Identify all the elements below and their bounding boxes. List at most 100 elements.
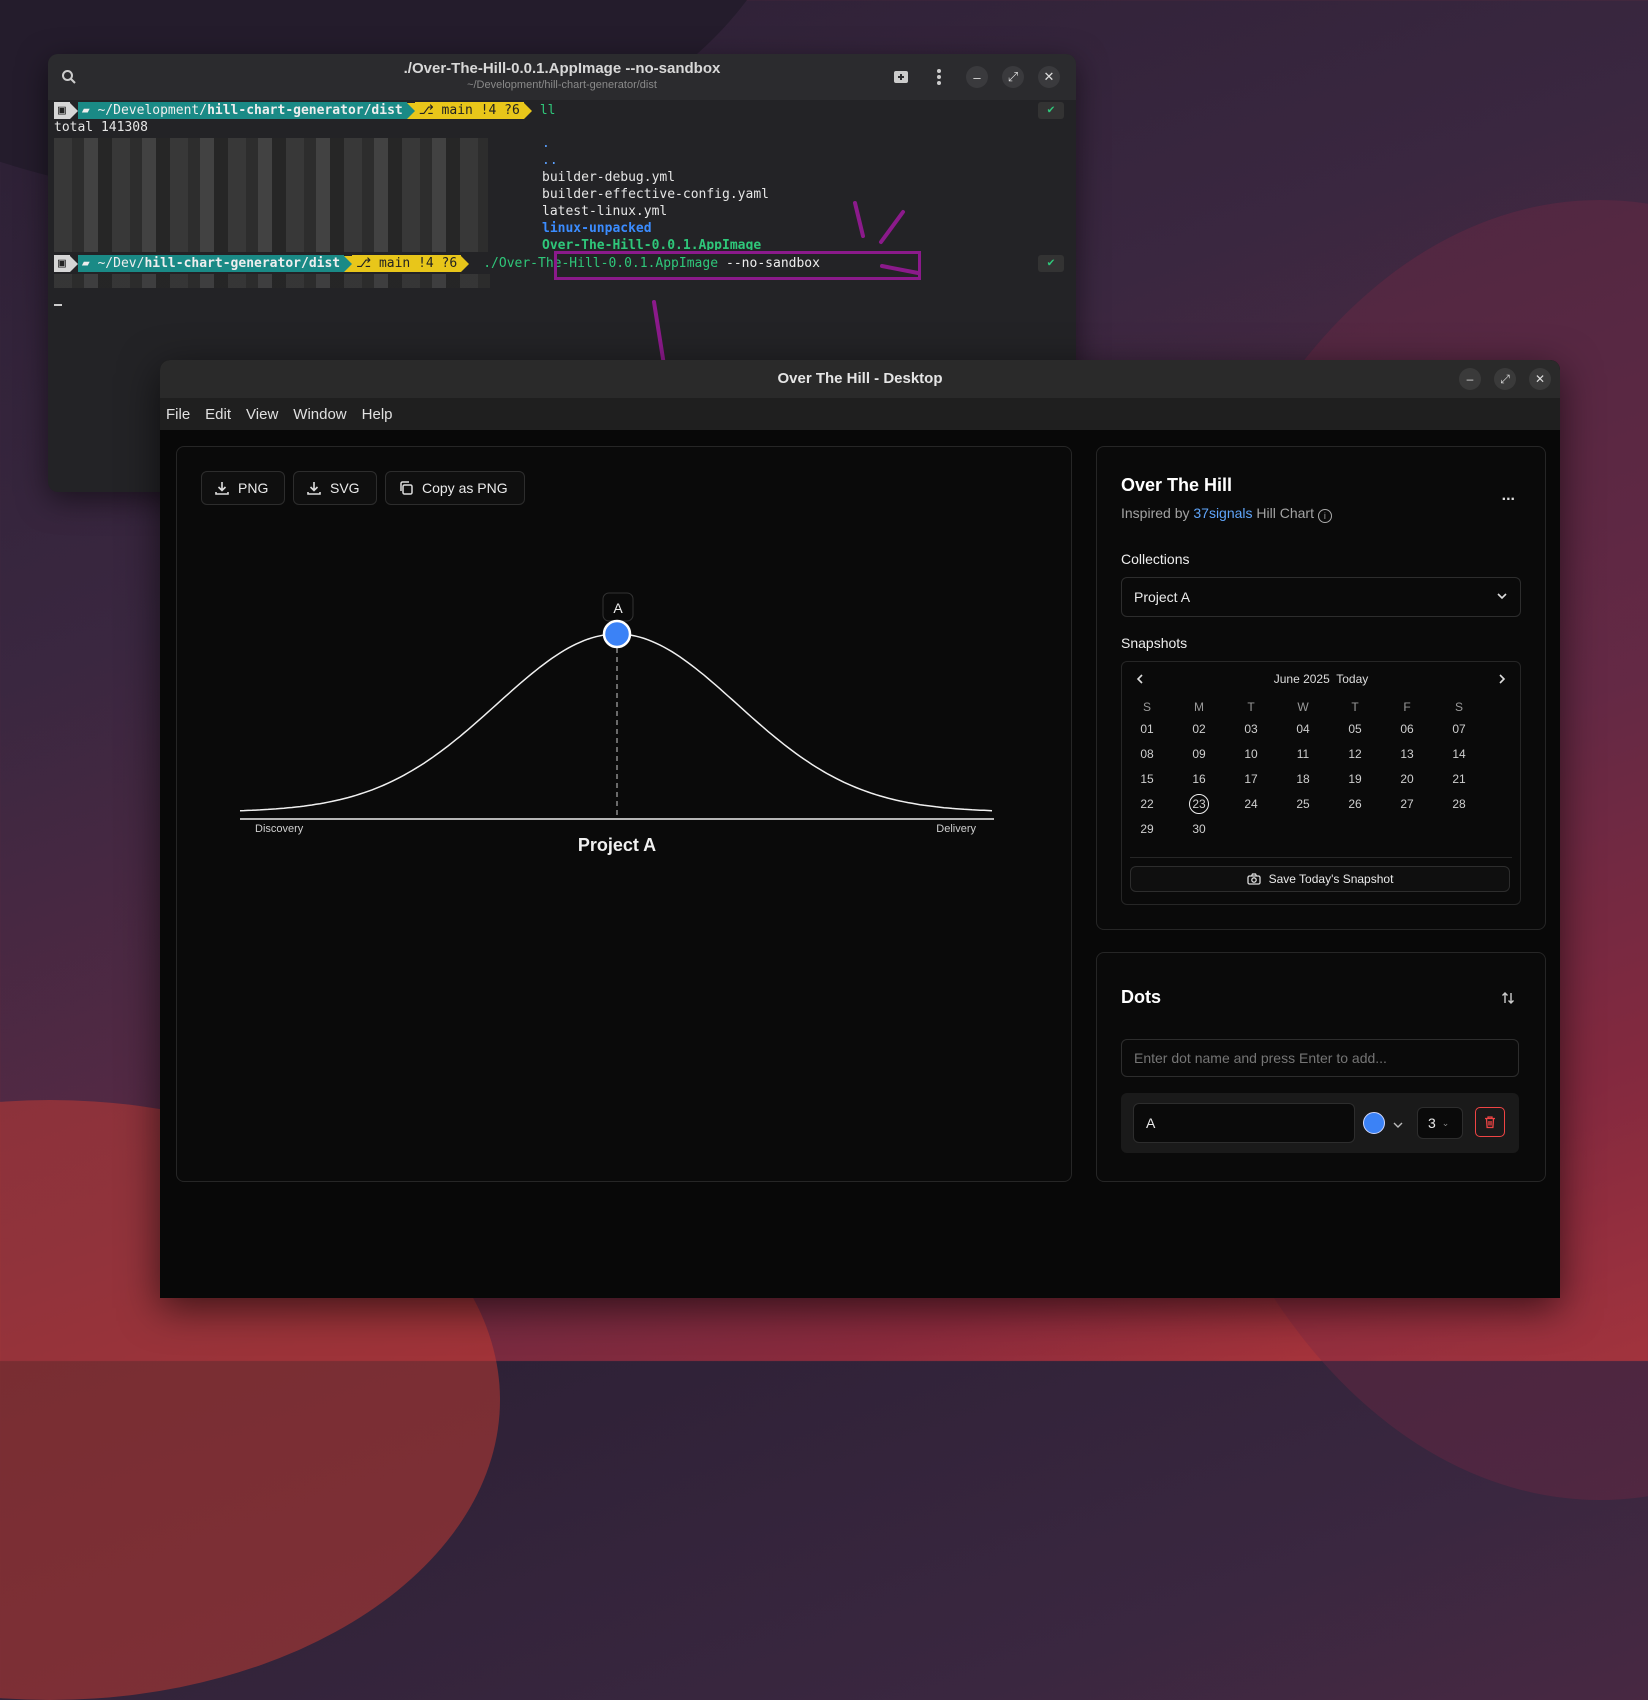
collection-select[interactable]: Project A [1121,577,1521,617]
app-window: Over The Hill - Desktop – ⤢ ✕ File Edit … [160,360,1560,1298]
snapshots-label: Snapshots [1121,635,1188,651]
dot-name-input[interactable] [1121,1039,1519,1077]
calendar-day-selected[interactable]: 23 [1189,794,1209,814]
calendar-day[interactable]: 28 [1444,797,1474,811]
dot-color-swatch[interactable] [1363,1112,1385,1134]
menu-help[interactable]: Help [362,406,393,423]
calendar-day[interactable]: 24 [1236,797,1266,811]
inspired-link[interactable]: 37signals [1193,505,1252,521]
calendar-month: June 2025 [1273,672,1330,686]
calendar-day[interactable]: 29 [1132,822,1162,836]
dot-size-value: 3 [1428,1115,1436,1131]
download-icon [307,482,321,495]
dot-label: A [613,600,623,616]
maximize-icon[interactable]: ⤢ [1494,368,1516,390]
calendar-day[interactable]: 06 [1392,722,1422,736]
calendar-day[interactable]: 30 [1184,822,1214,836]
save-snapshot-button[interactable]: Save Today's Snapshot [1130,866,1510,892]
calendar-day[interactable]: 12 [1340,747,1370,761]
calendar-day[interactable]: 26 [1340,797,1370,811]
calendar-day[interactable]: 19 [1340,772,1370,786]
info-icon[interactable]: i [1317,509,1332,523]
calendar-day[interactable]: 02 [1184,722,1214,736]
menu-view[interactable]: View [246,406,278,423]
calendar-day[interactable]: 01 [1132,722,1162,736]
minimize-icon[interactable]: – [1459,368,1481,390]
chevron-down-icon: ⌄ [1441,1117,1450,1128]
calendar-weekday: W [1297,700,1309,714]
calendar-divider [1130,857,1512,858]
copy-png-label: Copy as PNG [422,480,508,496]
menu-file[interactable]: File [166,406,190,423]
chevron-right-icon[interactable] [1496,672,1508,690]
annotation-spark [853,201,865,238]
hill-dot[interactable] [602,619,632,649]
calendar-day[interactable]: 17 [1236,772,1266,786]
copy-icon [400,481,413,495]
calendar-day[interactable]: 11 [1288,747,1318,761]
calendar-weekday: F [1403,700,1411,714]
calendar-weekday: T [1351,700,1359,714]
calendar-day[interactable]: 08 [1132,747,1162,761]
calendar-day[interactable]: 20 [1392,772,1422,786]
calendar-day[interactable]: 15 [1132,772,1162,786]
calendar-day[interactable]: 16 [1184,772,1214,786]
calendar-today-button[interactable]: Today [1336,672,1368,686]
chevron-down-icon [1496,589,1508,605]
annotation-spark [879,210,905,244]
delete-dot-button[interactable] [1475,1107,1505,1137]
menu-bar: File Edit View Window Help [160,398,1560,430]
calendar-day[interactable]: 13 [1392,747,1422,761]
more-options-button[interactable]: ... [1502,487,1515,505]
calendar: June 2025 Today S M T W T F S 01 02 03 04 05 06 07 08 0… [1121,661,1521,905]
chart-title: Project A [578,835,656,855]
dots-panel: Dots A 3 ⌄ [1096,952,1546,1182]
dot-row: A 3 ⌄ [1121,1093,1519,1153]
chevron-down-icon[interactable] [1393,1117,1403,1135]
settings-panel: Over The Hill Inspired by 37signals Hill… [1096,446,1546,930]
chart-panel: PNG SVG Copy as PNG A Discovery Delivery… [176,446,1072,1182]
export-svg-button[interactable]: SVG [293,471,377,505]
calendar-day[interactable]: 22 [1132,797,1162,811]
trash-icon [1485,1116,1495,1129]
calendar-weekday: S [1454,700,1463,714]
inspired-by: Inspired by 37signals Hill Chart i [1121,505,1332,523]
calendar-day[interactable]: 05 [1340,722,1370,736]
discovery-label: Discovery [255,823,304,835]
export-png-button[interactable]: PNG [201,471,285,505]
save-snapshot-label: Save Today's Snapshot [1268,872,1394,886]
calendar-day[interactable]: 04 [1288,722,1318,736]
dot-row-name-field[interactable]: A [1133,1103,1355,1143]
app-titlebar: Over The Hill - Desktop – ⤢ ✕ [160,360,1560,398]
calendar-day[interactable]: 27 [1392,797,1422,811]
calendar-day[interactable]: 25 [1288,797,1318,811]
copy-png-button[interactable]: Copy as PNG [385,471,525,505]
calendar-day[interactable]: 10 [1236,747,1266,761]
inspired-prefix: Inspired by [1121,505,1190,521]
calendar-day[interactable]: 21 [1444,772,1474,786]
hill-curve [239,633,993,812]
menu-edit[interactable]: Edit [205,406,231,423]
calendar-weekday: T [1247,700,1255,714]
calendar-day[interactable]: 09 [1184,747,1214,761]
dots-title: Dots [1121,987,1161,1007]
menu-window[interactable]: Window [293,406,346,423]
app-title: Over The Hill - Desktop [777,370,943,387]
camera-icon [1246,873,1261,885]
dot-size-select[interactable]: 3 ⌄ [1417,1107,1463,1139]
calendar-weekday: M [1194,700,1204,714]
calendar-day[interactable]: 07 [1444,722,1474,736]
calendar-day[interactable]: 14 [1444,747,1474,761]
close-icon[interactable]: ✕ [1529,368,1551,390]
hill-chart: A Discovery Delivery Project A [239,592,994,855]
calendar-header: June 2025 Today [1122,672,1520,686]
collections-label: Collections [1121,551,1190,567]
annotation-spark [880,264,920,275]
delivery-label: Delivery [936,823,976,835]
calendar-weekday: S [1142,700,1151,714]
sort-icon[interactable] [1501,991,1515,1010]
download-icon [215,482,229,495]
calendar-day[interactable]: 18 [1288,772,1318,786]
calendar-day[interactable]: 03 [1236,722,1266,736]
collection-select-value: Project A [1134,589,1191,605]
